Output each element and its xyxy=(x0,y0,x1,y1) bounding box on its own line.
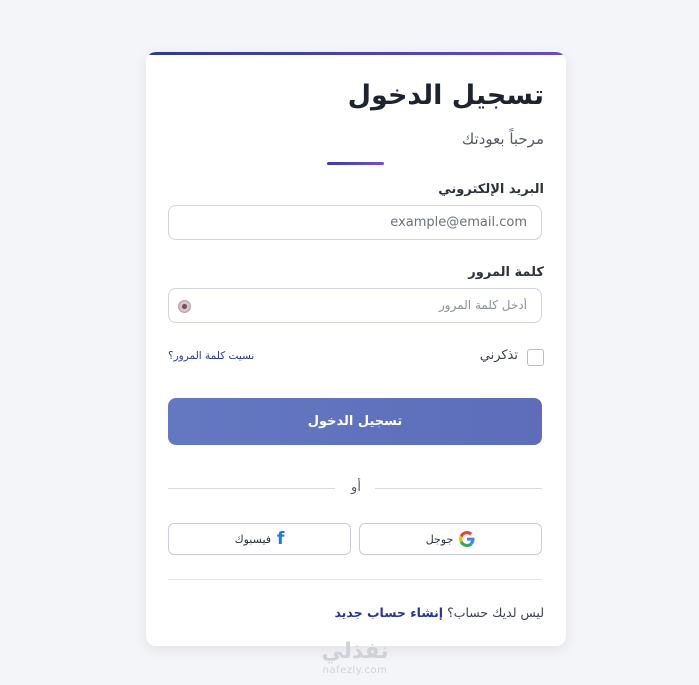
login-button[interactable]: تسجيل الدخول xyxy=(168,398,542,445)
divider-line-right xyxy=(375,488,542,489)
page-subtitle: مرحباً بعودتك xyxy=(461,130,544,148)
google-login-button[interactable]: جوجل xyxy=(359,523,542,555)
title-underline xyxy=(327,162,384,165)
footer-divider xyxy=(168,579,542,580)
signup-prompt: ليس لديك حساب؟ xyxy=(447,605,544,620)
forgot-password-link[interactable]: نسيت كلمة المرور؟ xyxy=(168,350,254,362)
remember-checkbox[interactable] xyxy=(527,349,544,366)
facebook-label: فيسبوك xyxy=(234,532,272,546)
signup-link[interactable]: إنشاء حساب جديد xyxy=(334,605,443,620)
password-field[interactable] xyxy=(169,289,541,322)
password-field-wrapper xyxy=(168,288,542,323)
facebook-icon: f xyxy=(277,529,285,549)
login-card: تسجيل الدخول مرحباً بعودتك البريد الإلكت… xyxy=(146,52,566,646)
card-accent-bar xyxy=(146,52,566,55)
email-field-wrapper xyxy=(168,205,542,240)
divider-or-text: أو xyxy=(351,480,361,495)
eye-icon[interactable] xyxy=(178,300,191,313)
watermark-logo: نفذلي nafezly.com xyxy=(305,638,405,676)
page-title: تسجيل الدخول xyxy=(347,80,544,111)
watermark-latin: nafezly.com xyxy=(322,665,388,676)
google-icon xyxy=(459,531,475,547)
remember-label: تذكرني xyxy=(479,348,518,363)
divider-line-left xyxy=(168,488,335,489)
google-label: جوجل xyxy=(425,532,454,546)
email-label: البريد الإلكتروني xyxy=(438,182,544,197)
watermark-arabic: نفذلي xyxy=(321,639,389,664)
email-field[interactable] xyxy=(169,206,541,239)
password-label: كلمة المرور xyxy=(468,265,544,280)
signup-row: ليس لديك حساب؟ إنشاء حساب جديد xyxy=(334,605,544,620)
facebook-login-button[interactable]: f فيسبوك xyxy=(168,523,351,555)
